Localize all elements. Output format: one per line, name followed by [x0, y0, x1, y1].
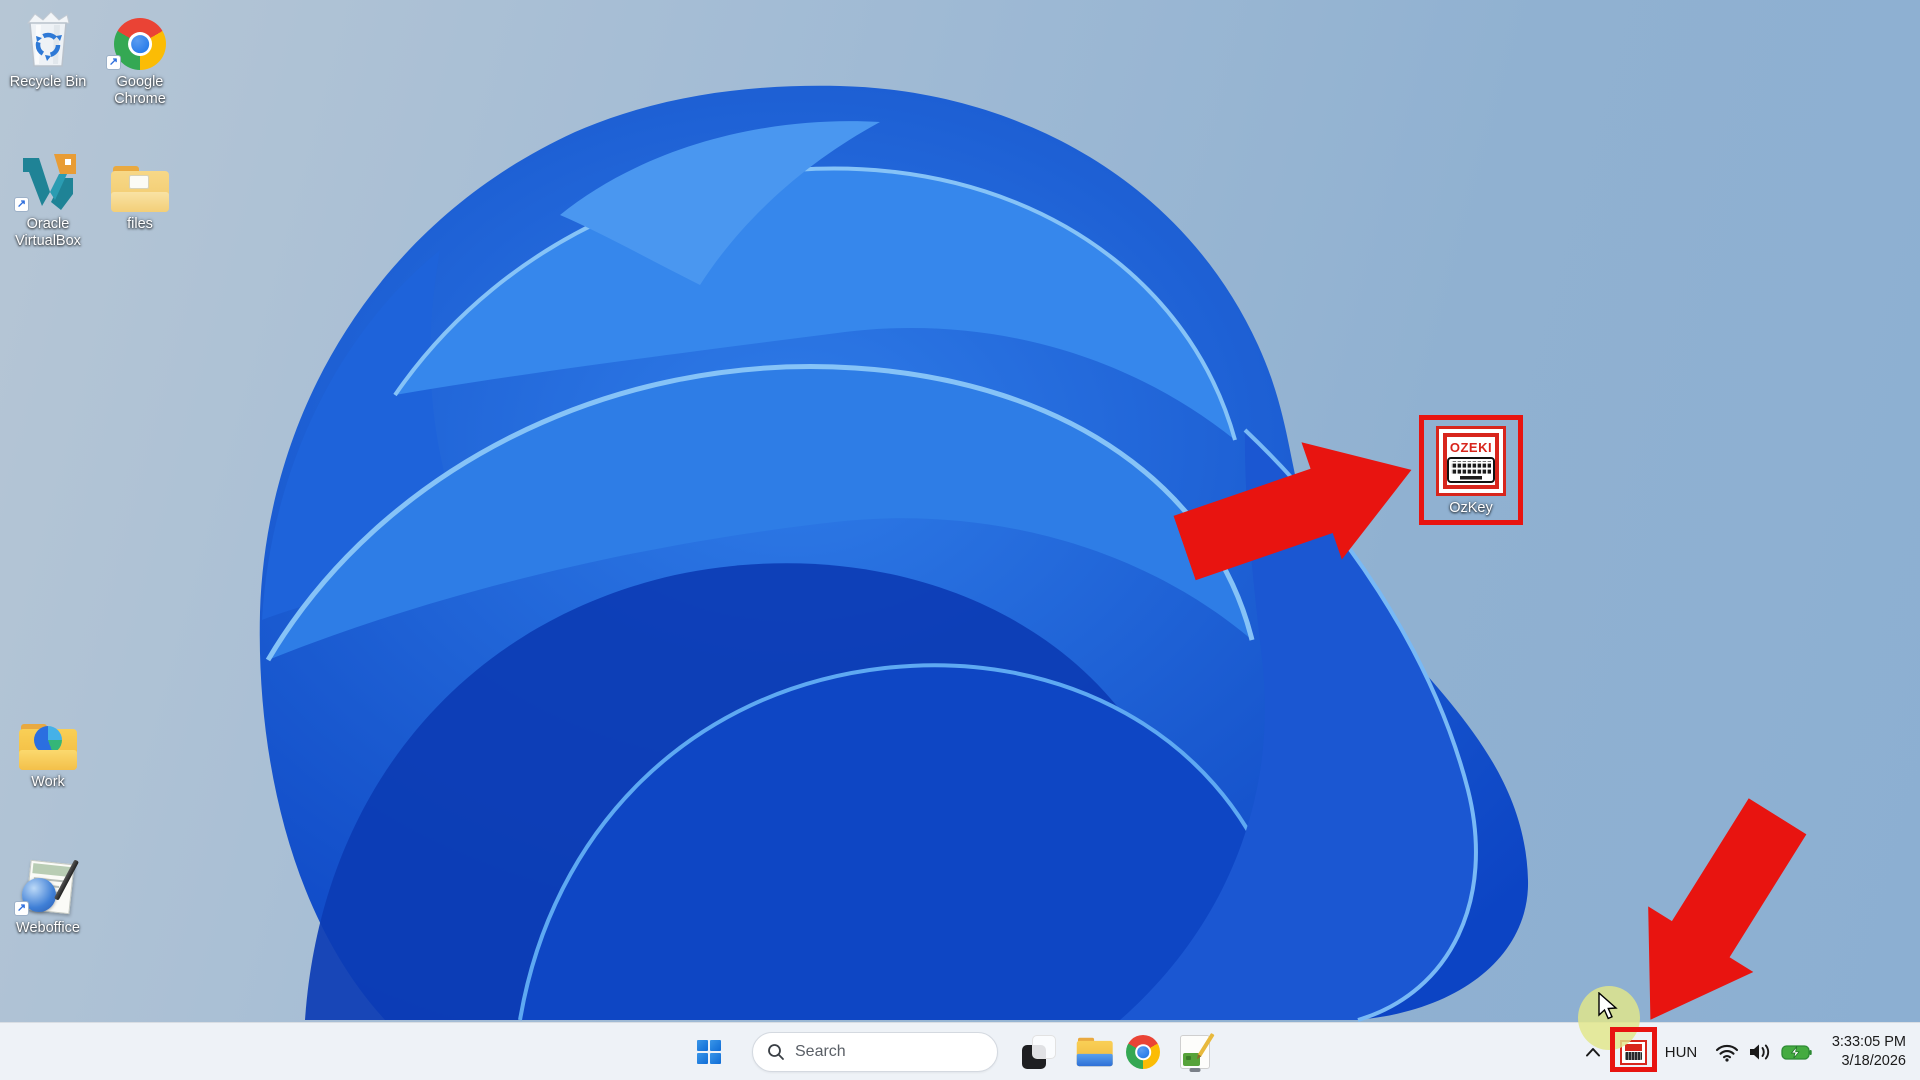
desktop-icon-oracle-virtualbox[interactable]: ↗ Oracle VirtualBox	[2, 148, 94, 250]
window-stack-icon	[1022, 1035, 1056, 1069]
editor-icon	[1180, 1032, 1215, 1069]
shortcut-arrow-icon: ↗	[106, 55, 121, 70]
desktop-icon-label: Google Chrome	[114, 74, 166, 107]
running-indicator	[1189, 1068, 1201, 1072]
desktop-icon-label: Weboffice	[16, 920, 80, 936]
file-explorer-icon	[1076, 1037, 1113, 1067]
tray-date: 3/18/2026	[1841, 1053, 1906, 1069]
taskbar-clock[interactable]: 3:33:05 PM 3/18/2026	[1832, 1023, 1906, 1080]
taskbar-app-windows[interactable]	[1016, 1029, 1062, 1075]
volume-icon	[1749, 1044, 1769, 1060]
battery-charging-icon	[1780, 1044, 1812, 1060]
tray-time: 3:33:05 PM	[1831, 1034, 1906, 1050]
desktop-icon-files[interactable]: files	[94, 148, 186, 233]
virtualbox-icon: ↗	[2, 148, 94, 212]
shortcut-arrow-icon: ↗	[14, 197, 29, 212]
taskbar-app-editor[interactable]	[1172, 1029, 1218, 1075]
wifi-button[interactable]	[1712, 1023, 1742, 1080]
taskbar-app-chrome[interactable]	[1120, 1029, 1166, 1075]
annotation-box-ozkey	[1419, 415, 1523, 525]
taskbar-app-file-explorer[interactable]	[1068, 1029, 1114, 1075]
desktop: Recycle Bin ↗ Google Chrome ↗ Oracle Vir…	[0, 0, 1920, 1080]
volume-button[interactable]	[1744, 1023, 1776, 1080]
recycle-bin-icon	[2, 6, 94, 70]
desktop-icon-label: Oracle VirtualBox	[15, 216, 81, 249]
chrome-icon: ↗	[94, 6, 186, 70]
desktop-icon-google-chrome[interactable]: ↗ Google Chrome	[94, 6, 186, 108]
start-button[interactable]	[686, 1029, 732, 1075]
desktop-icon-recycle-bin[interactable]: Recycle Bin	[2, 6, 94, 91]
search-icon	[768, 1044, 784, 1060]
chrome-icon	[1126, 1035, 1160, 1069]
annotation-box-tray	[1610, 1027, 1657, 1072]
desktop-icon-label: Recycle Bin	[9, 74, 87, 90]
desktop-icon-work[interactable]: Work	[2, 706, 94, 791]
chevron-up-icon	[1586, 1048, 1600, 1057]
folder-icon	[94, 148, 186, 212]
desktop-icon-label: Work	[31, 774, 65, 790]
desktop-icon-weboffice[interactable]: ↗ Weboffice	[2, 852, 94, 937]
wallpaper-bloom-image	[259, 85, 1529, 1022]
start-icon	[697, 1040, 721, 1064]
weboffice-icon: ↗	[2, 852, 94, 916]
work-folder-icon	[2, 706, 94, 770]
battery-button[interactable]	[1778, 1023, 1814, 1080]
search-input[interactable]: Search	[752, 1032, 998, 1072]
mouse-cursor	[1598, 992, 1618, 1020]
shortcut-arrow-icon: ↗	[14, 901, 29, 916]
search-placeholder: Search	[795, 1043, 846, 1060]
desktop-icon-label: files	[127, 216, 153, 232]
wifi-icon	[1715, 1044, 1739, 1062]
